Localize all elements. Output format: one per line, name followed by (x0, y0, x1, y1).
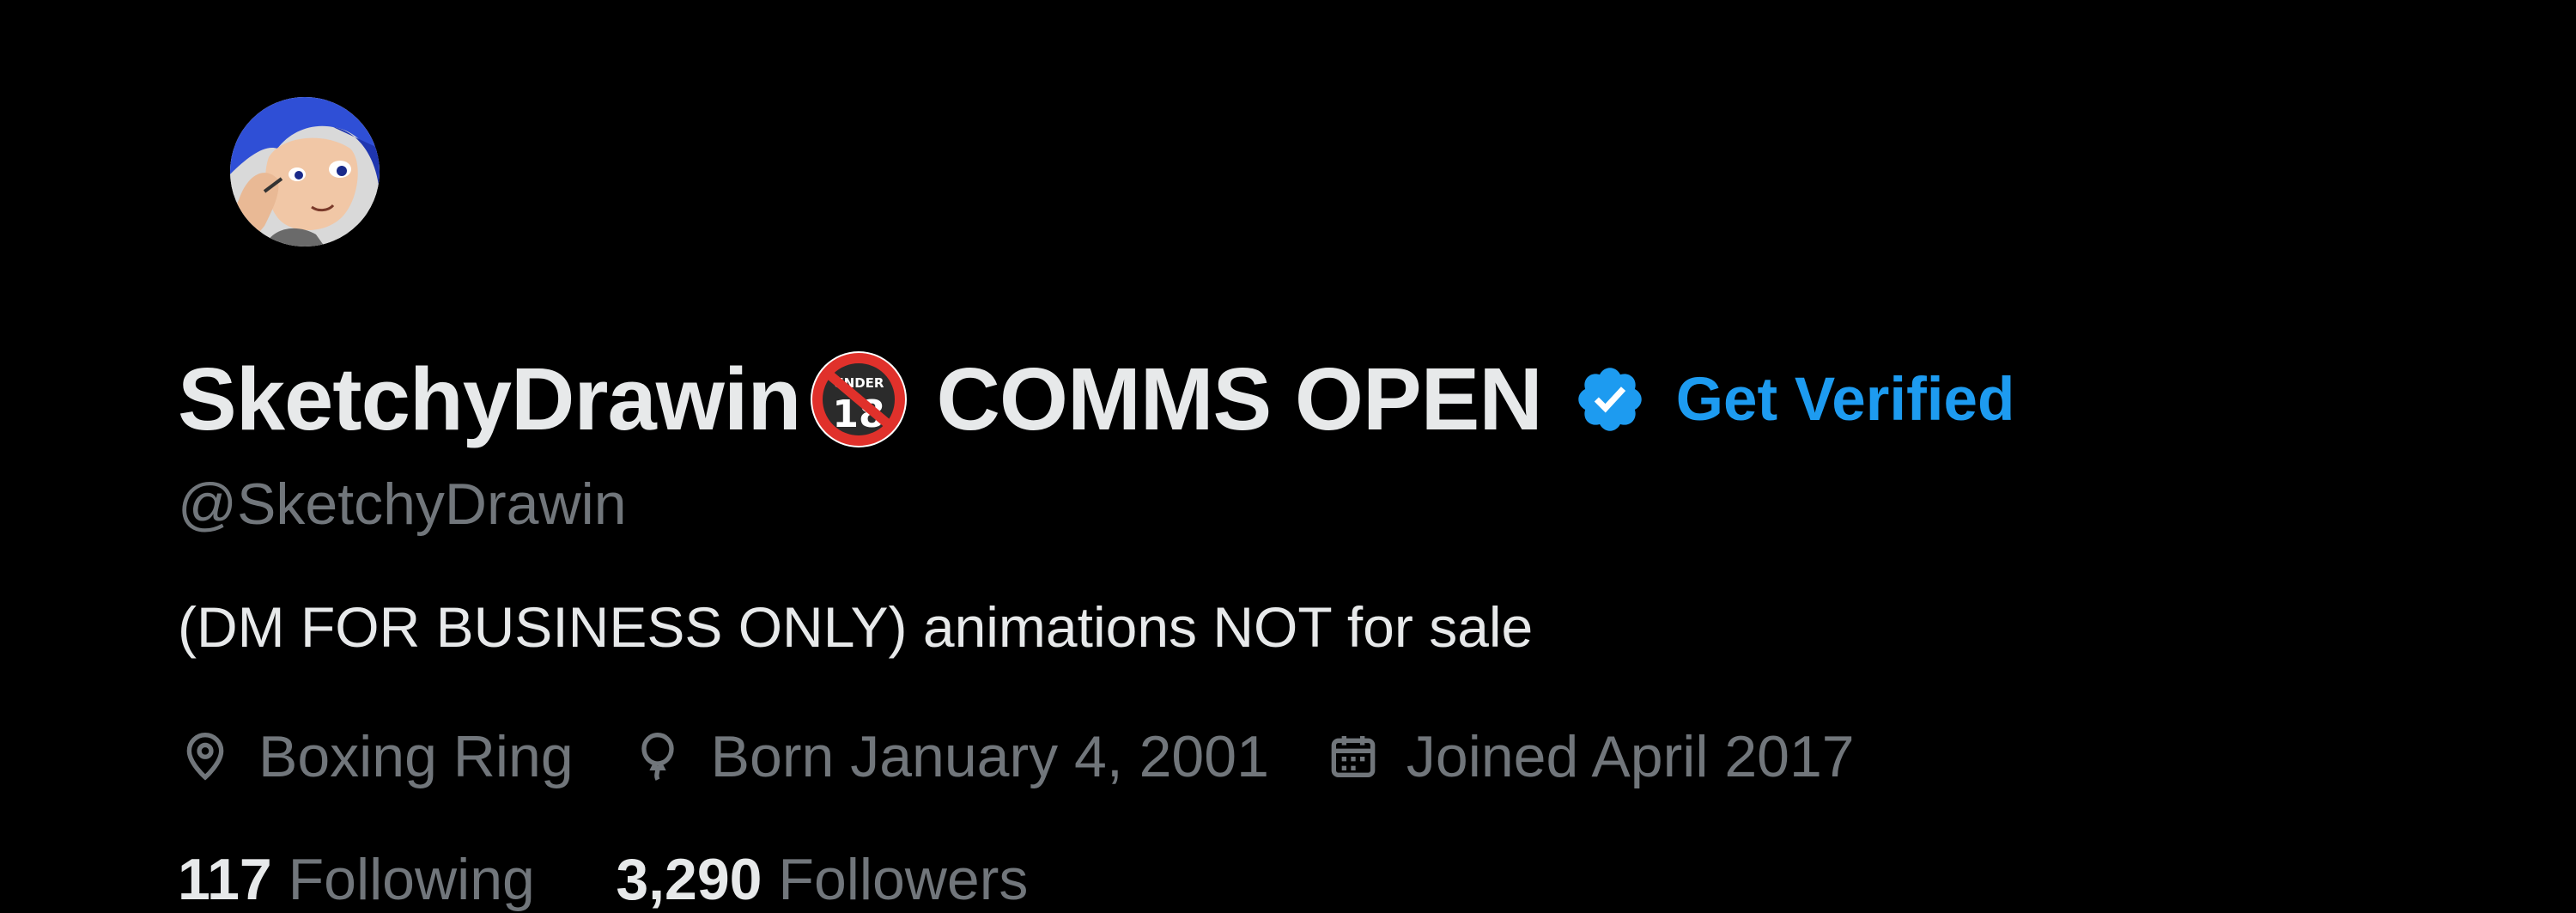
bio: (DM FOR BUSINESS ONLY) animations NOT fo… (178, 595, 1534, 659)
birthday-text: Born January 4, 2001 (710, 724, 1269, 789)
profile-meta-row: Boxing Ring Born January 4, 2001 Joined … (178, 718, 1855, 795)
calendar-icon (1326, 729, 1381, 784)
joined-text: Joined April 2017 (1406, 724, 1855, 789)
display-name: SketchyDrawin (178, 350, 801, 448)
name-suffix: COMMS OPEN (936, 350, 1542, 448)
location-item: Boxing Ring (178, 723, 574, 790)
handle: @SketchyDrawin (178, 472, 627, 537)
follow-stats: 117 Following 3,290 Followers (178, 846, 1028, 913)
following-count: 117 (178, 847, 272, 912)
joined-item: Joined April 2017 (1326, 723, 1855, 790)
followers-count: 3,290 (616, 847, 762, 912)
name-row: SketchyDrawin UNDER 18 COMMS OPEN Get Ve… (178, 344, 2014, 455)
verified-badge-icon[interactable] (1573, 362, 1647, 436)
balloon-icon (630, 729, 685, 784)
no-under-18-icon: UNDER 18 (807, 348, 910, 451)
avatar[interactable] (230, 97, 380, 247)
birthday-item: Born January 4, 2001 (630, 723, 1269, 790)
following-link[interactable]: 117 Following (178, 847, 535, 912)
following-label: Following (288, 847, 535, 912)
avatar-illustration (230, 97, 380, 247)
followers-label: Followers (778, 847, 1029, 912)
followers-link[interactable]: 3,290 Followers (616, 847, 1028, 912)
get-verified-link[interactable]: Get Verified (1676, 365, 2015, 435)
location-text: Boxing Ring (258, 724, 574, 789)
profile-header: SketchyDrawin UNDER 18 COMMS OPEN Get Ve… (0, 0, 2576, 912)
location-pin-icon (178, 729, 233, 784)
